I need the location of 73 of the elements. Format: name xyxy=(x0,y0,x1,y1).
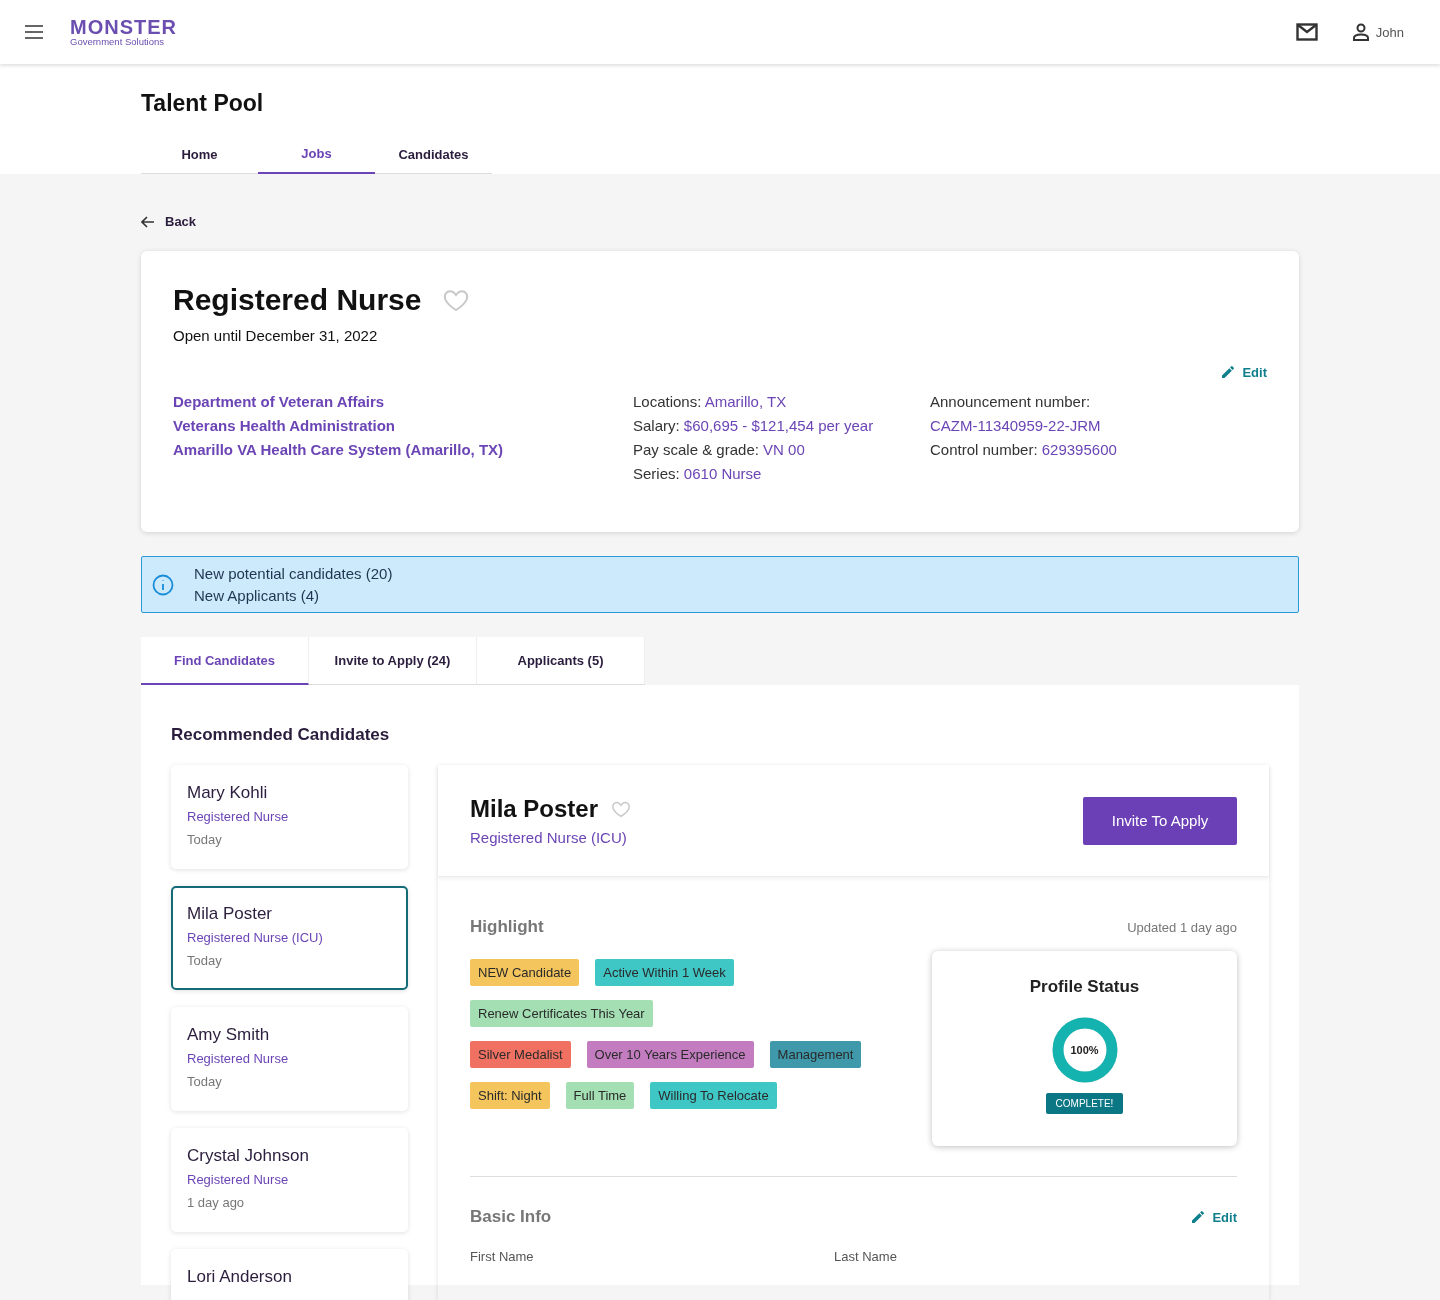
candidate-role: Registered Nurse xyxy=(187,1172,290,1187)
mail-icon[interactable] xyxy=(1295,23,1318,41)
candidate-tab[interactable]: Applicants (5) xyxy=(477,637,645,685)
field-label: First Name xyxy=(470,1249,535,1264)
candidate-name: Amy Smith xyxy=(187,1025,271,1045)
announcement-number: CAZM-11340959-22-JRM xyxy=(930,416,1102,435)
edit-link[interactable]: Edit xyxy=(1220,364,1267,380)
highlight-tag: Shift: Night xyxy=(470,1082,550,1109)
updated-text: Updated 1 day ago xyxy=(1127,919,1237,935)
candidate-name: Mary Kohli xyxy=(187,783,269,803)
invite-button[interactable]: Invite To Apply xyxy=(1083,796,1237,845)
logo-subtitle: Government Solutions xyxy=(70,37,165,47)
job-detail: Locations: Amarillo, TX xyxy=(633,392,788,411)
complete-badge: COMPLETE! xyxy=(1045,1093,1124,1114)
candidate-name: Lori Anderson xyxy=(187,1267,293,1287)
pencil-icon xyxy=(1220,364,1237,380)
candidate-card[interactable]: Mila Poster Registered Nurse (ICU) Today xyxy=(171,886,408,990)
notice-text: New Applicants (4) xyxy=(194,587,321,604)
basic-info-title: Basic Info xyxy=(470,1207,552,1227)
organization-link[interactable]: Veterans Health Administration xyxy=(173,416,633,435)
highlight-tag: NEW Candidate xyxy=(470,959,580,986)
section-title: Recommended Candidates xyxy=(171,725,391,745)
menu-icon[interactable] xyxy=(24,25,44,39)
job-detail: Pay scale & grade: VN 00 xyxy=(633,440,806,459)
organization-link[interactable]: Department of Veteran Affairs xyxy=(173,392,633,411)
organization-link[interactable]: Amarillo VA Health Care System (Amarillo, TX) xyxy=(173,440,633,459)
highlight-tag: Renew Certificates This Year xyxy=(470,1000,653,1027)
highlight-tag: Active Within 1 Week xyxy=(595,959,734,986)
open-until: Open until December 31, 2022 xyxy=(173,327,379,344)
profile-role: Registered Nurse (ICU) xyxy=(470,829,628,846)
page-title: Talent Pool xyxy=(141,90,265,117)
candidate-tab[interactable]: Find Candidates xyxy=(141,637,309,685)
job-detail: Series: 0610 Nurse xyxy=(633,464,763,483)
highlight-tag: Silver Medalist xyxy=(470,1041,571,1068)
candidate-role: Registered Nurse (ICU) xyxy=(187,930,324,945)
arrow-left-icon xyxy=(141,215,155,228)
nav-tab[interactable]: Jobs xyxy=(258,135,375,174)
candidate-role: Registered Nurse xyxy=(187,809,290,824)
profile-name: Mila Poster xyxy=(470,795,599,823)
nav-tab[interactable]: Candidates xyxy=(375,135,492,174)
user-name[interactable]: John xyxy=(1375,24,1404,40)
highlight-tag: Management xyxy=(769,1041,862,1068)
nav-tab[interactable]: Home xyxy=(141,135,258,174)
field-label: Last Name xyxy=(834,1249,898,1264)
announcement-label: Announcement number: xyxy=(930,392,1092,411)
percent-text: 100% xyxy=(1070,1044,1099,1056)
user-icon[interactable] xyxy=(1351,23,1370,41)
status-title: Profile Status xyxy=(1029,977,1140,997)
logo-title: MONSTER xyxy=(70,17,177,38)
candidate-date: Today xyxy=(187,953,223,968)
candidate-date: Today xyxy=(187,832,223,847)
job-detail: Salary: $60,695 - $121,454 per year xyxy=(633,416,875,435)
candidate-date: Today xyxy=(187,1074,223,1089)
highlight-title: Highlight xyxy=(470,917,544,937)
candidate-name: Mila Poster xyxy=(187,904,274,924)
back-link[interactable]: Back xyxy=(141,214,197,229)
candidate-tab[interactable]: Invite to Apply (24) xyxy=(309,637,477,685)
candidate-name: Crystal Johnson xyxy=(187,1146,310,1166)
info-icon xyxy=(152,573,174,596)
candidate-card[interactable]: Mary Kohli Registered Nurse Today xyxy=(171,765,408,869)
candidate-date: 1 day ago xyxy=(187,1195,246,1210)
candidate-card[interactable]: Amy Smith Registered Nurse Today xyxy=(171,1007,408,1111)
candidate-role: Registered Nurse xyxy=(187,1051,290,1066)
highlight-tag: Full Time xyxy=(565,1082,635,1109)
pencil-icon xyxy=(1190,1209,1207,1225)
highlight-tag: Over 10 Years Experience xyxy=(586,1041,754,1068)
candidate-card[interactable]: Lori Anderson xyxy=(171,1249,408,1300)
edit-link[interactable]: Edit xyxy=(1190,1209,1237,1225)
job-title: Registered Nurse xyxy=(173,283,422,317)
highlight-tag: Willing To Relocate xyxy=(650,1082,777,1109)
candidate-card[interactable]: Crystal Johnson Registered Nurse 1 day ago xyxy=(171,1128,408,1232)
control-number: Control number: 629395600 xyxy=(930,440,1118,459)
notice-text: New potential candidates (20) xyxy=(194,565,393,582)
